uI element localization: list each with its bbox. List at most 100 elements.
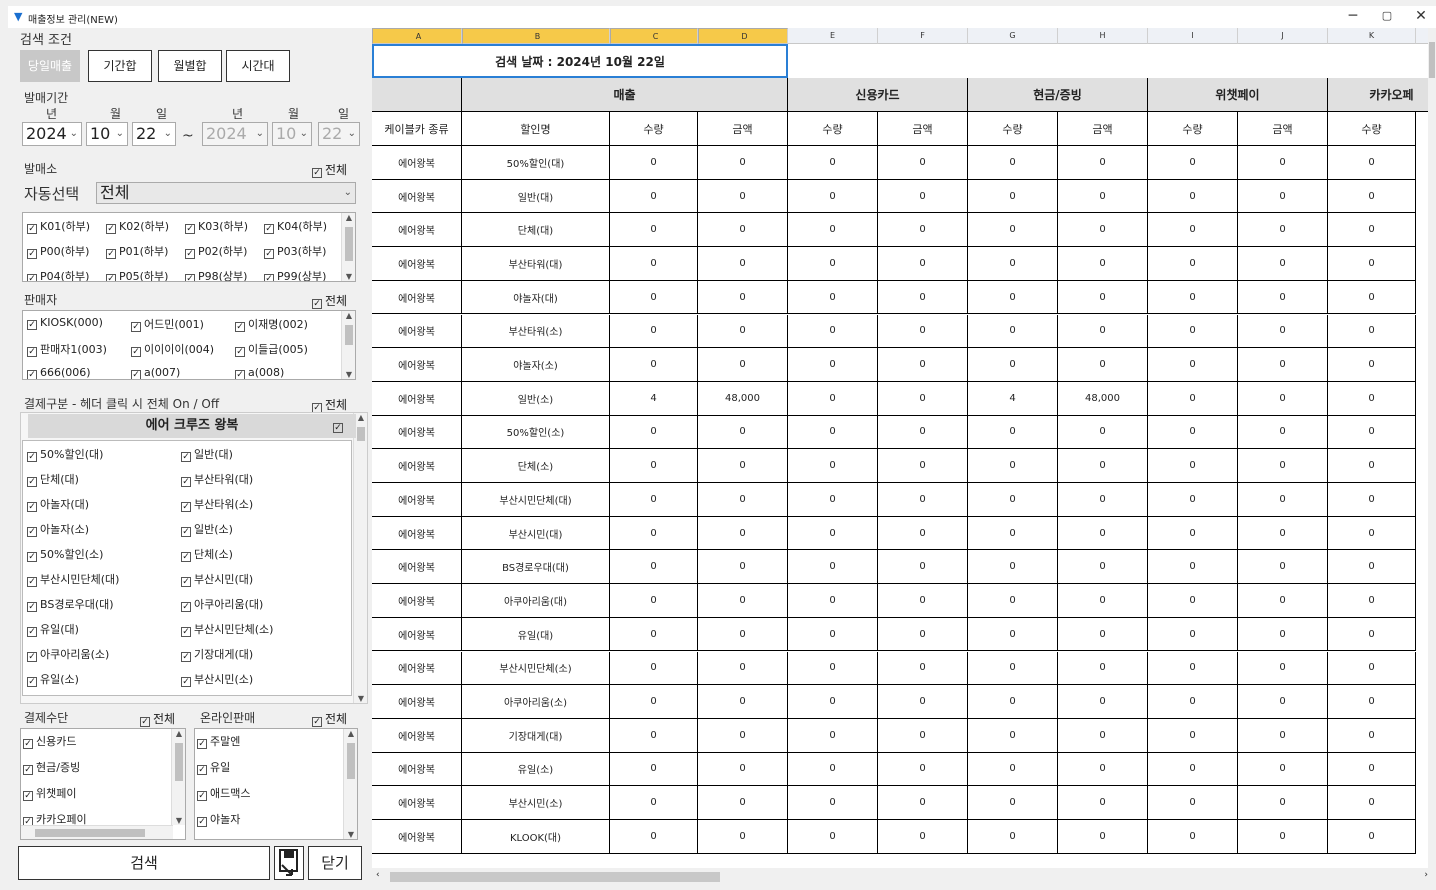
data-cell[interactable]: 0 [1328, 550, 1416, 585]
scroll-down-icon[interactable]: ▼ [172, 816, 185, 825]
data-cell[interactable]: 0 [698, 516, 788, 551]
group-header-cell[interactable]: 현금/증빙 [968, 78, 1148, 112]
data-cell[interactable]: 0 [878, 449, 968, 483]
data-cell[interactable]: 0 [1058, 617, 1148, 652]
data-cell[interactable]: 0 [1058, 685, 1148, 719]
column-header-G[interactable]: G [968, 28, 1058, 44]
data-cell[interactable]: 0 [788, 685, 878, 719]
data-cell[interactable]: 0 [1238, 449, 1328, 483]
data-cell[interactable]: 0 [1238, 483, 1328, 517]
data-cell[interactable]: 에어왕복 [372, 348, 462, 382]
data-cell[interactable]: 0 [1148, 718, 1238, 753]
seller-all-checkbox[interactable]: ✓ 전체 [312, 292, 347, 309]
seller-checkbox[interactable]: ✓ 이재명(002) [235, 316, 308, 332]
data-cell[interactable]: 0 [698, 550, 788, 585]
seller-checkbox[interactable]: ✓ 어드민(001) [131, 316, 204, 332]
data-cell[interactable]: 에어왕복 [372, 550, 462, 585]
scroll-thumb[interactable] [1429, 42, 1435, 78]
sheet-hscrollbar[interactable]: ‹ › [372, 868, 1432, 886]
column-header-E[interactable]: E [788, 28, 878, 44]
issuer-checkbox[interactable]: ✓ P03(하부) [264, 243, 326, 259]
data-cell[interactable]: 0 [610, 786, 698, 820]
data-cell[interactable]: 에어왕복 [372, 718, 462, 753]
data-cell[interactable]: 0 [788, 449, 878, 483]
issuer-checkbox[interactable]: ✓ P02(하부) [185, 243, 247, 259]
to-day-select[interactable]: 22 ⌄ [318, 122, 360, 146]
data-cell[interactable]: 0 [610, 483, 698, 517]
sub-header-cell[interactable]: 금액 [878, 112, 968, 146]
data-cell[interactable]: 0 [1328, 516, 1416, 551]
data-cell[interactable]: 0 [1238, 617, 1328, 652]
data-cell[interactable]: 0 [1328, 584, 1416, 618]
scroll-thumb[interactable] [175, 743, 183, 781]
paymethod-checkbox[interactable]: ✓ 위챗페이 [23, 785, 76, 801]
issuer-checkbox[interactable]: ✓ K02(하부) [106, 218, 169, 234]
paytype-checkbox[interactable]: ✓ 부산시민(대) [181, 571, 253, 587]
column-header-H[interactable]: H [1058, 28, 1148, 44]
data-cell[interactable]: 유일(대) [462, 617, 610, 652]
issuer-checkbox[interactable]: ✓ K04(하부) [264, 218, 327, 234]
data-cell[interactable]: 0 [1148, 617, 1238, 652]
data-cell[interactable]: 0 [1238, 213, 1328, 248]
data-cell[interactable]: 0 [1238, 820, 1328, 854]
sub-header-cell[interactable]: 케이블카 종류 [372, 112, 462, 146]
paytype-checkbox[interactable]: ✓ 단체(대) [27, 471, 79, 487]
data-cell[interactable]: 0 [788, 213, 878, 248]
data-cell[interactable]: 0 [698, 179, 788, 214]
header-blank-cell[interactable] [372, 78, 462, 112]
sub-header-cell[interactable]: 수량 [968, 112, 1058, 146]
scroll-down-icon[interactable]: ▼ [342, 370, 355, 379]
search-date-cell[interactable]: 검색 날짜 : 2024년 10월 22일 [372, 44, 788, 78]
paymethod-scrollbar[interactable]: ▲ ▼ [171, 729, 185, 825]
seller-checkbox[interactable]: ✓ KIOSK(000) [27, 316, 103, 330]
data-cell[interactable]: 0 [878, 179, 968, 214]
data-cell[interactable]: 야놀자(대) [462, 280, 610, 315]
data-cell[interactable]: 0 [968, 483, 1058, 517]
scroll-thumb[interactable] [345, 227, 353, 261]
paymethod-checkbox[interactable]: ✓ 현금/증빙 [23, 759, 80, 775]
data-cell[interactable]: 0 [610, 752, 698, 787]
issuer-checkbox[interactable]: ✓ P01(하부) [106, 243, 168, 259]
data-cell[interactable]: 0 [610, 516, 698, 551]
online-all-checkbox[interactable]: ✓ 전체 [312, 710, 347, 727]
data-cell[interactable]: 에어왕복 [372, 314, 462, 349]
data-cell[interactable]: 0 [878, 516, 968, 551]
scroll-thumb[interactable] [345, 325, 353, 345]
data-cell[interactable]: 0 [1328, 280, 1416, 315]
data-cell[interactable]: 유일(소) [462, 752, 610, 787]
data-cell[interactable]: 0 [968, 179, 1058, 214]
data-cell[interactable]: 0 [610, 651, 698, 686]
paytype-checkbox[interactable]: ✓ 부산타워(대) [181, 471, 253, 487]
scroll-thumb[interactable] [35, 829, 145, 837]
excel-export-button[interactable] [274, 846, 304, 880]
data-cell[interactable]: 0 [1328, 348, 1416, 382]
paytype-checkbox[interactable]: ✓ 부산시민(소) [181, 671, 253, 687]
issuer-checkbox[interactable]: ✓ P05(하부) [106, 268, 168, 281]
data-cell[interactable]: 0 [968, 786, 1058, 820]
scroll-up-icon[interactable]: ▲ [354, 413, 367, 422]
data-cell[interactable]: 0 [878, 617, 968, 652]
paytype-checkbox[interactable]: ✓ 아놀자(대) [27, 496, 89, 512]
data-cell[interactable]: 에어왕복 [372, 617, 462, 652]
data-cell[interactable]: 부산시민(소) [462, 786, 610, 820]
data-cell[interactable]: 0 [1148, 213, 1238, 248]
data-cell[interactable]: 0 [610, 584, 698, 618]
data-cell[interactable]: 0 [1148, 280, 1238, 315]
data-cell[interactable]: 0 [968, 617, 1058, 652]
seller-checkbox[interactable]: ✓ 이이이이(004) [131, 341, 214, 357]
scroll-up-icon[interactable]: ▲ [172, 729, 185, 738]
data-cell[interactable]: 0 [1148, 146, 1238, 180]
paytype-checkbox[interactable]: ✓ 기장대게(대) [181, 646, 253, 662]
data-cell[interactable]: 0 [1058, 213, 1148, 248]
data-cell[interactable]: 0 [1238, 146, 1328, 180]
data-cell[interactable]: 0 [610, 179, 698, 214]
issuer-all-checkbox[interactable]: ✓ 전체 [312, 161, 347, 178]
data-cell[interactable]: 0 [788, 381, 878, 416]
close-window-button[interactable]: ✕ [1406, 6, 1436, 28]
data-cell[interactable]: 에어왕복 [372, 415, 462, 450]
paytype-checkbox[interactable]: ✓ 부산타워(소) [181, 496, 253, 512]
data-cell[interactable]: 0 [610, 314, 698, 349]
scroll-down-icon[interactable]: ▼ [344, 830, 357, 839]
data-cell[interactable]: 0 [878, 247, 968, 281]
data-cell[interactable]: 0 [1148, 786, 1238, 820]
